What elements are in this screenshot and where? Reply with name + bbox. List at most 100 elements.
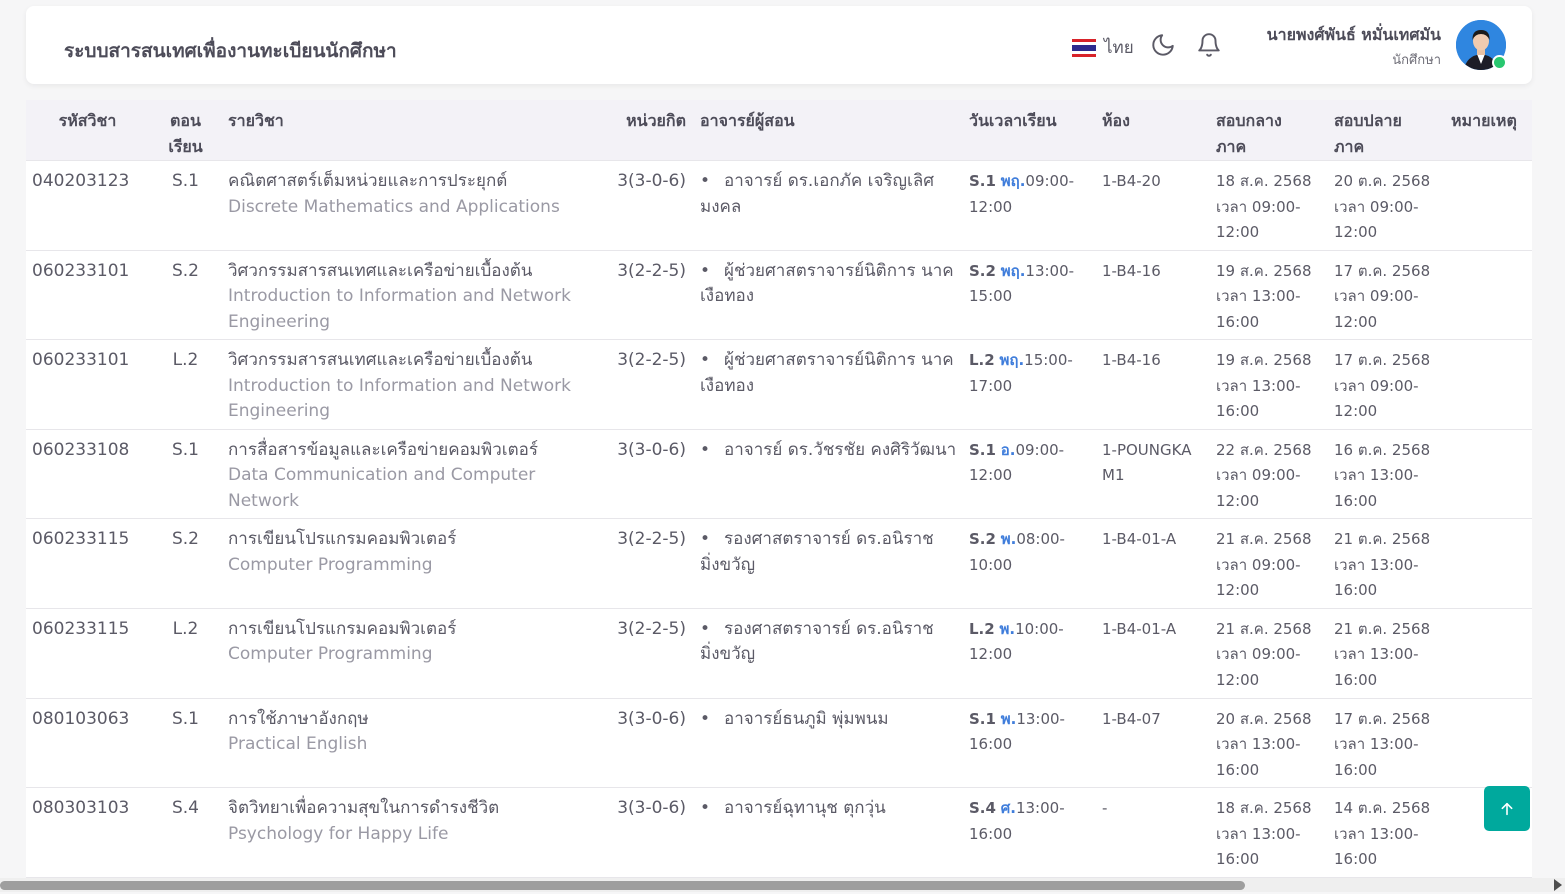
final-date: 17 ต.ค. 2568 (1334, 351, 1431, 370)
user-role: นักศึกษา (1392, 53, 1441, 68)
final-exam: 17 ต.ค. 2568 เวลา 09:00-12:00 (1328, 250, 1445, 341)
note (1445, 160, 1532, 251)
final-exam: 21 ต.ค. 2568 เวลา 13:00-16:00 (1328, 518, 1445, 609)
schedule-day: พ. (999, 619, 1016, 638)
col-header-room: ห้อง (1096, 100, 1210, 161)
schedule: S.2 พ.08:00-10:00 (963, 518, 1096, 609)
midterm-date: 21 ส.ค. 2568 (1216, 619, 1312, 638)
teacher-name: อาจารย์ ดร.วัชรชัย คงศิริวัฒนา (724, 439, 957, 460)
note (1445, 429, 1532, 520)
final-exam: 16 ต.ค. 2568 เวลา 13:00-16:00 (1328, 429, 1445, 520)
course-name: จิตวิทยาเพื่อความสุขในการดำรงชีวิต Psycho… (222, 787, 611, 878)
teacher-name: อาจารย์ฉุทานุช ตุกวุ่น (724, 798, 886, 819)
section: S.2 (149, 518, 222, 609)
course-name-thai: การเขียนโปรแกรมคอมพิวเตอร์ (228, 618, 457, 639)
final-date: 17 ต.ค. 2568 (1334, 261, 1431, 280)
course-code: 060233108 (26, 429, 149, 520)
midterm-date: 19 ส.ค. 2568 (1216, 261, 1312, 280)
midterm-time: เวลา 13:00-16:00 (1216, 824, 1301, 869)
col-header-note: หมายเหตุ (1445, 100, 1532, 161)
app-title: ระบบสารสนเทศเพื่องานทะเบียนนักศึกษา (64, 40, 397, 62)
midterm-exam: 21 ส.ค. 2568 เวลา 09:00-12:00 (1210, 608, 1328, 699)
midterm-date: 18 ส.ค. 2568 (1216, 799, 1312, 818)
table-row: 080303103 S.4 จิตวิทยาเพื่อความสุขในการดำร… (26, 787, 1532, 878)
final-date: 14 ต.ค. 2568 (1334, 799, 1431, 818)
credit: 3(2-2-5) (611, 518, 690, 609)
midterm-time: เวลา 13:00-16:00 (1216, 735, 1301, 779)
course-name-thai: วิศวกรรมสารสนเทศและเครือข่ายเบื้องต้น (228, 350, 533, 371)
col-header-schedule: วันเวลาเรียน (963, 100, 1096, 161)
course-name: วิศวกรรมสารสนเทศและเครือข่ายเบื้องต้น Int… (222, 339, 611, 430)
note (1445, 250, 1532, 341)
top-navbar: ระบบสารสนเทศเพื่องานทะเบียนนักศึกษา ไทย … (26, 6, 1532, 84)
teacher: • อาจารย์ธนภูมิ พุ่มพนม (690, 698, 963, 789)
final-exam: 20 ต.ค. 2568 เวลา 09:00-12:00 (1328, 160, 1445, 251)
table-header-row: รหัสวิชา ตอน เรียน รายวิชา หน่วยกิต อาจาร… (26, 100, 1532, 161)
scroll-to-top-button[interactable] (1484, 786, 1530, 831)
final-exam: 17 ต.ค. 2568 เวลา 09:00-12:00 (1328, 339, 1445, 430)
table-row: 060233115 L.2 การเขียนโปรแกรมคอมพิวเตอร์ Co… (26, 608, 1532, 699)
final-time: เวลา 09:00-12:00 (1334, 376, 1419, 421)
teacher-name: ผู้ช่วยศาสตราจารย์นิติการ นาคเงือทอง (700, 260, 954, 307)
section: L.2 (149, 608, 222, 699)
credit: 3(2-2-5) (611, 608, 690, 699)
teacher: • รองศาสตราจารย์ ดร.อนิราช มิ่งขวัญ (690, 608, 963, 699)
midterm-time: เวลา 09:00-12:00 (1216, 645, 1301, 689)
note (1445, 608, 1532, 699)
midterm-exam: 20 ส.ค. 2568 เวลา 13:00-16:00 (1210, 698, 1328, 789)
bullet-icon: • (700, 439, 711, 460)
midterm-exam: 22 ส.ค. 2568 เวลา 09:00-12:00 (1210, 429, 1328, 520)
schedule-section: S.2 (969, 261, 996, 280)
course-name-thai: การใช้ภาษาอังกฤษ (228, 708, 369, 729)
teacher-name: ผู้ช่วยศาสตราจารย์นิติการ นาคเงือทอง (700, 350, 954, 396)
course-code: 060233115 (26, 608, 149, 699)
bullet-icon: • (700, 529, 711, 550)
language-switcher[interactable]: ไทย (1072, 34, 1134, 61)
bullet-icon: • (700, 708, 711, 729)
midterm-time: เวลา 09:00-12:00 (1216, 466, 1301, 510)
teacher: • อาจารย์ฉุทานุช ตุกวุ่น (690, 787, 963, 878)
moon-icon[interactable] (1150, 32, 1176, 58)
final-time: เวลา 13:00-16:00 (1334, 645, 1419, 689)
bullet-icon: • (700, 260, 711, 281)
course-code: 080103063 (26, 698, 149, 789)
midterm-exam: 18 ส.ค. 2568 เวลา 09:00-12:00 (1210, 160, 1328, 251)
section: S.4 (149, 787, 222, 878)
language-label: ไทย (1104, 38, 1134, 58)
final-time: เวลา 09:00-12:00 (1334, 287, 1419, 331)
horizontal-scrollbar[interactable] (0, 878, 1565, 892)
thai-flag-icon (1072, 38, 1096, 57)
teacher-name: อาจารย์ ดร.เอกภัค เจริญเลิศมงคล (700, 171, 935, 217)
final-exam: 14 ต.ค. 2568 เวลา 13:00-16:00 (1328, 787, 1445, 878)
course-name-english: Introduction to Information and Network … (228, 375, 571, 422)
section: S.1 (149, 160, 222, 251)
table-row: 040203123 S.1 คณิตศาสตร์เต็มหน่วยและการประ… (26, 160, 1532, 251)
bullet-icon: • (700, 171, 711, 191)
course-name-thai: วิศวกรรมสารสนเทศและเครือข่ายเบื้องต้น (228, 260, 533, 281)
course-name-english: Psychology for Happy Life (228, 823, 449, 844)
avatar[interactable] (1456, 20, 1507, 70)
scrollbar-thumb[interactable] (0, 881, 1245, 890)
course-name-english: Discrete Mathematics and Applications (228, 196, 560, 217)
midterm-date: 22 ส.ค. 2568 (1216, 440, 1312, 459)
schedule-section: S.1 (969, 440, 996, 459)
col-header-section: ตอน เรียน (149, 100, 222, 161)
room: 1-POUNGKAM1 (1096, 429, 1210, 520)
scroll-right-arrow-icon[interactable] (1554, 879, 1562, 891)
col-header-midterm: สอบกลาง ภาค (1210, 100, 1328, 161)
schedule: S.1 พฤ.09:00-12:00 (963, 160, 1096, 251)
room: 1-B4-20 (1096, 160, 1210, 251)
course-code: 060233115 (26, 518, 149, 609)
note (1445, 518, 1532, 609)
bell-icon[interactable] (1196, 32, 1222, 58)
schedule: S.4 ศ.13:00-16:00 (963, 787, 1096, 878)
section: S.1 (149, 429, 222, 520)
schedule-day: อ. (1000, 440, 1016, 459)
schedule-section: S.4 (969, 799, 996, 818)
midterm-date: 21 ส.ค. 2568 (1216, 530, 1312, 549)
bullet-icon: • (700, 350, 711, 371)
final-date: 21 ต.ค. 2568 (1334, 530, 1431, 549)
final-date: 16 ต.ค. 2568 (1334, 440, 1431, 459)
col-header-teacher: อาจารย์ผู้สอน (690, 100, 963, 161)
table-row: 060233115 S.2 การเขียนโปรแกรมคอมพิวเตอร์ Co… (26, 518, 1532, 609)
